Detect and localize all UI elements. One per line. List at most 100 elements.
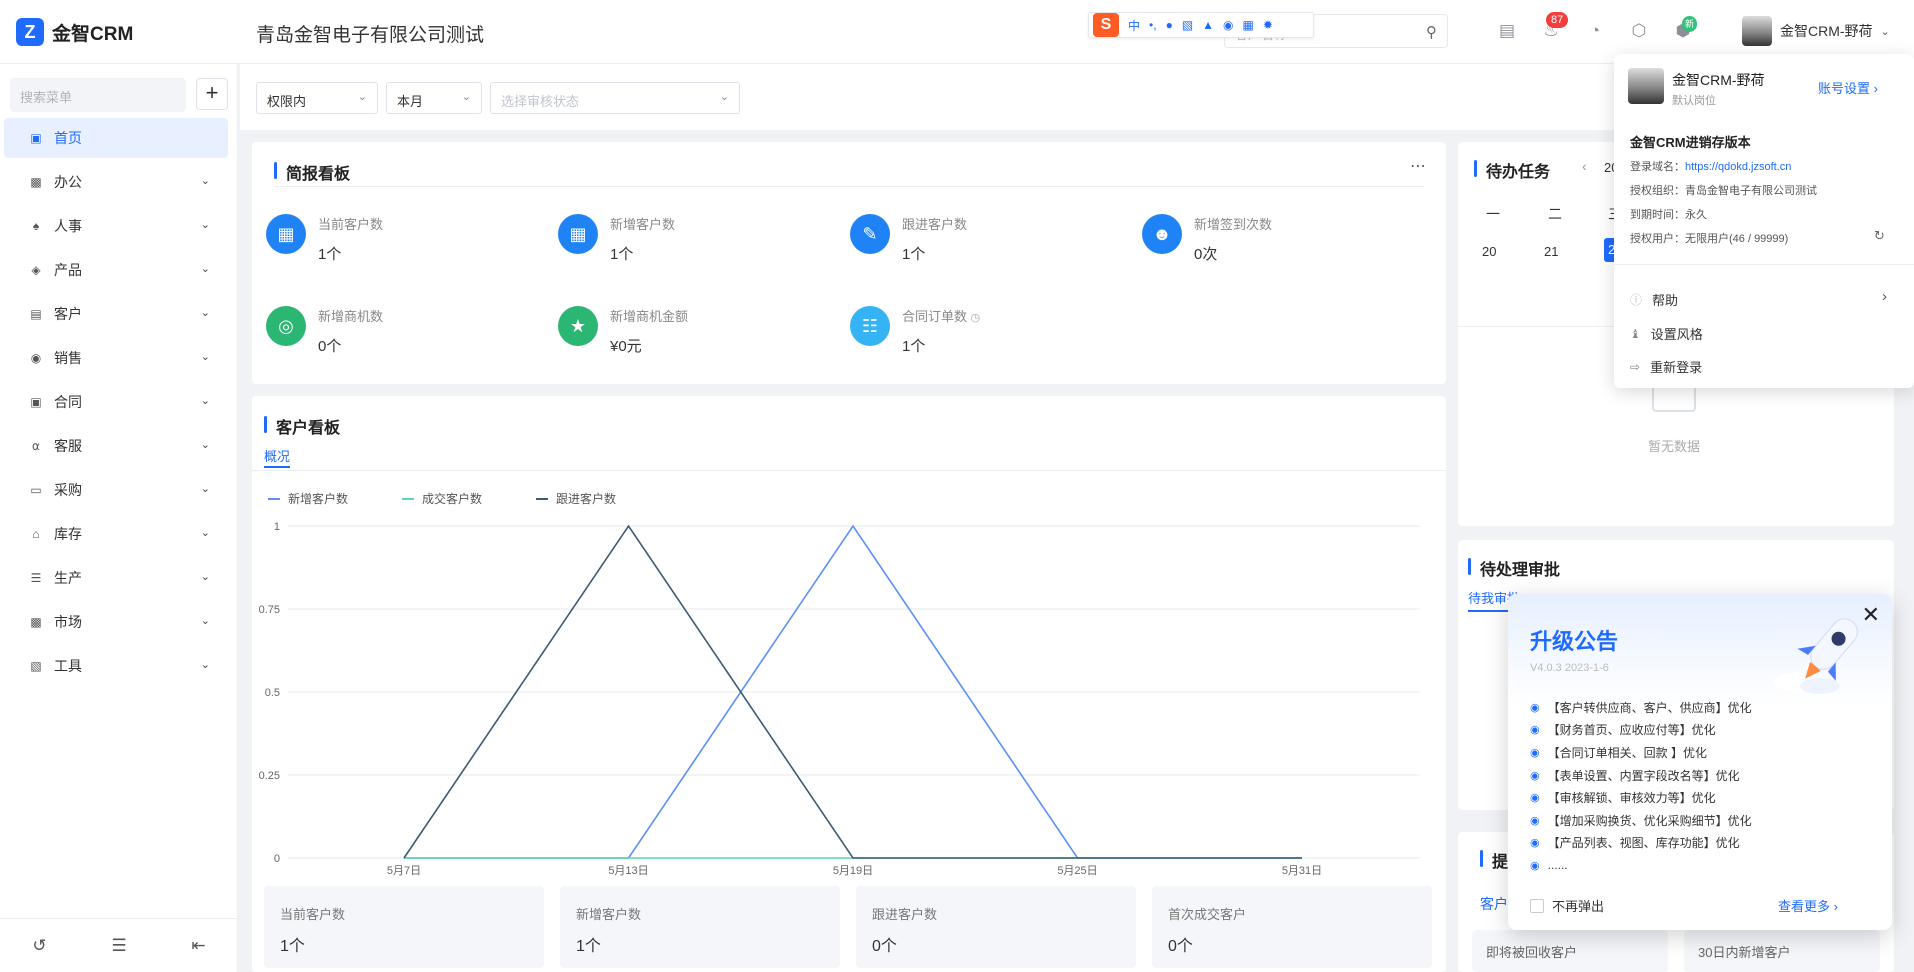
stat-label: 新增客户数 <box>610 217 676 232</box>
office-icon: ▩ <box>30 175 42 189</box>
reminder-card[interactable]: 即将被回收客户 <box>1472 930 1668 972</box>
refresh-icon[interactable]: ↻ <box>1874 228 1885 244</box>
divider <box>252 470 1446 471</box>
stat-followup-customers[interactable]: ✎ 跟进客户数 1个 <box>850 214 967 264</box>
sidebar-item-label: 人事 <box>54 218 82 234</box>
domain-row: 登录域名：https://qdokd.jzsoft.cn <box>1630 161 1792 173</box>
ime-settings-icon[interactable]: ✹ <box>1263 18 1273 32</box>
sidebar-item-tools[interactable]: ▧ 工具 ⌄ <box>4 646 228 686</box>
legend-followup[interactable]: 跟进客户数 <box>536 490 616 507</box>
contacts-icon[interactable]: ▤ <box>1496 20 1518 42</box>
stat-contract-orders[interactable]: ☷ 合同订单数 ◷ 1个 <box>850 306 980 356</box>
x-tick-label: 5月19日 <box>833 865 873 877</box>
calendar-day[interactable]: 20 <box>1482 244 1496 259</box>
ime-game-icon[interactable]: ◉ <box>1223 18 1233 32</box>
close-icon[interactable]: ✕ <box>1862 602 1880 628</box>
todo-title: 待办任务 <box>1474 158 1550 182</box>
sidebar-item-inventory[interactable]: ⌂ 库存 ⌄ <box>4 514 228 554</box>
menu-style-settings[interactable]: ♝ 设置风格 <box>1630 324 1703 343</box>
ime-punct-icon[interactable]: •, <box>1149 18 1157 32</box>
summary-value: 1个 <box>280 938 305 955</box>
document-icon: ☷ <box>850 306 890 346</box>
theme-icon[interactable]: ⬡ <box>1628 20 1650 42</box>
stat-value: 1个 <box>902 246 926 263</box>
chevron-left-icon[interactable]: ‹ <box>1582 158 1587 174</box>
summary-card[interactable]: 当前客户数 1个 <box>264 886 544 968</box>
notice-item: ◉...... <box>1530 858 1568 873</box>
sidebar-item-hr[interactable]: ♠ 人事 ⌄ <box>4 206 228 246</box>
ime-mode[interactable]: 中 <box>1128 17 1140 34</box>
customize-icon[interactable]: ☰ <box>111 936 126 956</box>
market-icon: ▩ <box>30 615 42 629</box>
summary-card[interactable]: 新增客户数 1个 <box>560 886 840 968</box>
menu-relogin[interactable]: ⇨ 重新登录 <box>1630 357 1702 376</box>
customer-board-panel: 客户看板 概况 新增客户数 成交客户数 跟进客户数 0 0.25 0.5 0.75 1 5… <box>252 396 1446 972</box>
reminder-card[interactable]: 30日内新增客户 <box>1684 930 1880 972</box>
stat-label: 跟进客户数 <box>902 217 968 232</box>
domain-link[interactable]: https://qdokd.jzsoft.cn <box>1685 161 1791 173</box>
scope-select[interactable]: 权限内 ⌄ <box>256 82 378 114</box>
sidebar-item-production[interactable]: ☰ 生产 ⌄ <box>4 558 228 598</box>
period-select[interactable]: 本月 ⌄ <box>386 82 482 114</box>
calendar-day[interactable]: 21 <box>1544 244 1558 259</box>
scope-value: 权限内 <box>267 94 307 109</box>
history-icon[interactable]: ↺ <box>32 936 46 956</box>
report-icon[interactable]: ◔ <box>1584 20 1606 42</box>
sidebar-item-label: 库存 <box>54 526 82 542</box>
stat-current-customers[interactable]: ▦ 当前客户数 1个 <box>266 214 383 264</box>
legend-swatch <box>268 497 280 500</box>
app-logo[interactable]: Z 金智CRM <box>16 18 133 46</box>
search-icon[interactable]: ⚲ <box>1426 23 1437 41</box>
sidebar-item-service[interactable]: ⍺ 客服 ⌄ <box>4 426 228 466</box>
building-icon: ▦ <box>266 214 306 254</box>
version-title: 金智CRM进销存版本 <box>1630 135 1751 150</box>
tab-customers[interactable]: 客户 <box>1480 894 1508 914</box>
legend-closed[interactable]: 成交客户数 <box>402 490 482 507</box>
summary-card[interactable]: 跟进客户数 0个 <box>856 886 1136 968</box>
production-icon: ☰ <box>30 571 42 585</box>
ime-mic-icon[interactable]: ● <box>1166 18 1173 32</box>
expire-row: 到期时间：永久 <box>1630 209 1707 221</box>
customer-line-chart: 0 0.25 0.5 0.75 1 5月7日 5月13日 5月19日 5月25日 5月31日 <box>259 521 1420 877</box>
sidebar-item-purchase[interactable]: ▭ 采购 ⌄ <box>4 470 228 510</box>
dont-show-checkbox[interactable]: 不再弹出 <box>1530 896 1604 915</box>
org-row: 授权组织：青岛金智电子有限公司测试 <box>1630 185 1817 197</box>
ime-apps-icon[interactable]: ▦ <box>1243 18 1254 32</box>
add-button[interactable]: + <box>196 78 228 110</box>
building-icon: ▦ <box>558 214 598 254</box>
pin-icon: ◉ <box>1530 859 1540 872</box>
y-tick-label: 1 <box>274 521 280 533</box>
sidebar-item-contract[interactable]: ▣ 合同 ⌄ <box>4 382 228 422</box>
stat-new-opportunities[interactable]: ◎ 新增商机数 0个 <box>266 306 383 356</box>
stat-new-customers[interactable]: ▦ 新增客户数 1个 <box>558 214 675 264</box>
legend-new[interactable]: 新增客户数 <box>268 490 348 507</box>
menu-search-input[interactable]: 搜索菜单 <box>10 78 186 112</box>
sidebar-item-customer[interactable]: ▤ 客户 ⌄ <box>4 294 228 334</box>
collapse-menu-icon[interactable]: ⇤ <box>191 936 205 956</box>
chevron-down-icon: ⌄ <box>200 307 210 319</box>
user-menu[interactable]: 金智CRM-野荷 ⌄ <box>1742 16 1890 46</box>
sidebar-item-sales[interactable]: ◉ 销售 ⌄ <box>4 338 228 378</box>
account-settings-link[interactable]: 账号设置 › <box>1818 78 1878 97</box>
sidebar-item-label: 销售 <box>54 350 82 366</box>
stat-opportunity-amount[interactable]: ★ 新增商机金额 ¥0元 <box>558 306 688 356</box>
view-more-link[interactable]: 查看更多 › <box>1778 896 1838 915</box>
menu-help[interactable]: ⓘ 帮助 <box>1630 290 1678 309</box>
stat-value: 1个 <box>610 246 634 263</box>
ime-toolbar[interactable]: S 中 •, ● ▧ ▲ ◉ ▦ ✹ <box>1088 12 1314 38</box>
audit-status-select[interactable]: 选择审核状态 ⌄ <box>490 82 740 114</box>
summary-card[interactable]: 首次成交客户 0个 <box>1152 886 1432 968</box>
upgrade-notice-modal: ✕ 升级公告 V4.0.3 2023-1-6 ◉ 【客户转供应商、客户、供应商】优… <box>1508 594 1892 930</box>
ime-keyboard-icon[interactable]: ▧ <box>1182 18 1193 32</box>
more-icon[interactable]: ⋯ <box>1410 156 1426 176</box>
stat-checkins[interactable]: ☻ 新增签到次数 0次 <box>1142 214 1272 264</box>
sidebar-item-product[interactable]: ◈ 产品 ⌄ <box>4 250 228 290</box>
audit-status-placeholder: 选择审核状态 <box>501 94 580 109</box>
tab-overview[interactable]: 概况 <box>264 446 290 465</box>
sidebar-item-home[interactable]: ▣ 首页 <box>4 118 228 158</box>
sidebar-item-market[interactable]: ▩ 市场 ⌄ <box>4 602 228 642</box>
sidebar-item-office[interactable]: ▩ 办公 ⌄ <box>4 162 228 202</box>
ime-skin-icon[interactable]: ▲ <box>1202 18 1214 32</box>
clock-icon: ◷ <box>970 312 981 324</box>
divider <box>1614 264 1914 265</box>
